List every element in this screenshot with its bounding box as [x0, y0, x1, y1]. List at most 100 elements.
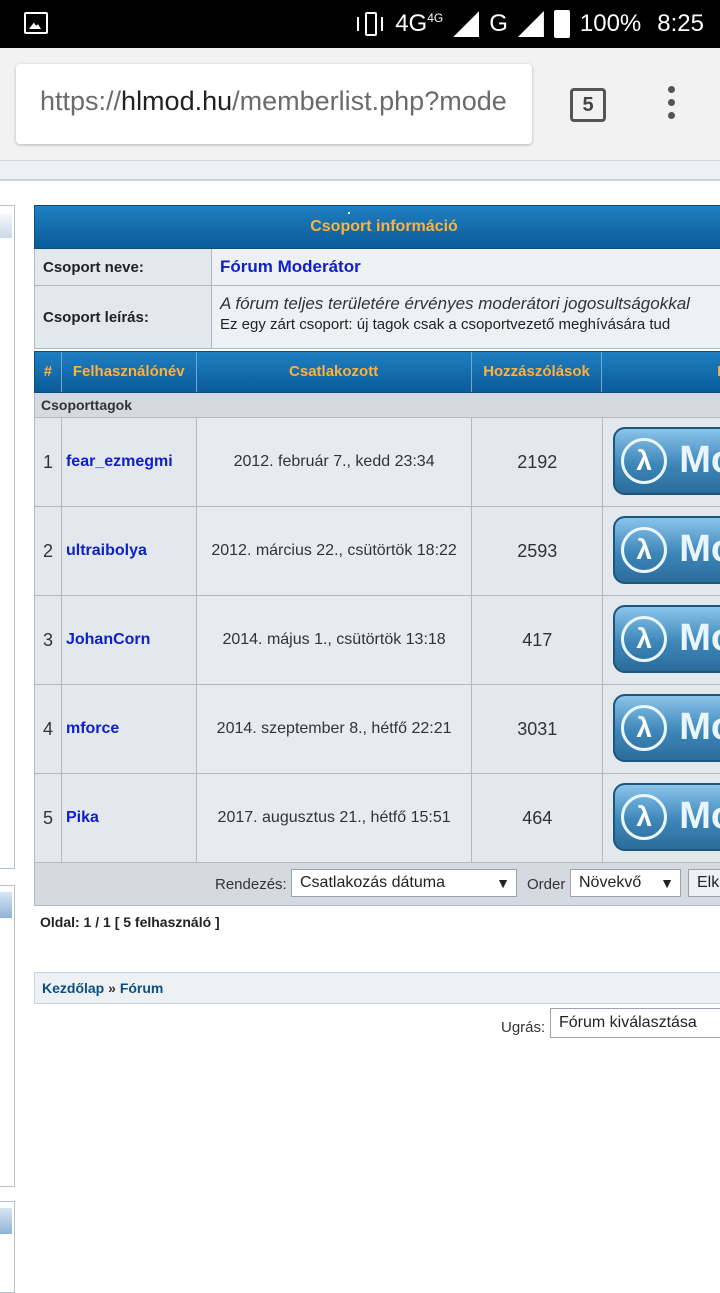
- rank-image-text: Mo: [679, 617, 720, 659]
- member-joined-date: 2012. március 22., csütörtök 18:22: [196, 507, 473, 595]
- col-joined-header[interactable]: Csatlakozott: [197, 352, 472, 392]
- member-post-count: 2192: [472, 418, 604, 506]
- member-rank-badge: λ Mo: [603, 774, 720, 862]
- member-table-header: # Felhasználónév Csatlakozott Hozzászólá…: [34, 351, 720, 393]
- member-username-link[interactable]: ultraibolya: [61, 507, 197, 595]
- rank-image: λ Mo: [613, 427, 720, 495]
- browser-toolbar: https://hlmod.hu/memberlist.php?mode 5: [0, 48, 720, 161]
- member-post-count: 464: [472, 774, 604, 862]
- jump-forum-select[interactable]: Fórum kiválasztása: [550, 1008, 720, 1038]
- member-post-count: 3031: [472, 685, 604, 773]
- tab-switcher-button[interactable]: 5: [570, 88, 606, 122]
- breadcrumb-separator: »: [104, 980, 120, 996]
- rank-image: λ Mo: [613, 783, 720, 851]
- sort-label: Rendezés:: [215, 876, 287, 893]
- status-bar: 4G4G G 100% 8:25: [0, 0, 720, 48]
- member-row: 4 mforce 2014. szeptember 8., hétfő 22:21 3…: [34, 684, 720, 773]
- member-number: 3: [35, 596, 62, 684]
- group-desc-line-1: A fórum teljes területére érvényes moder…: [220, 294, 690, 313]
- clock: 8:25: [657, 10, 704, 37]
- url-text: https://hlmod.hu/memberlist.php?mode: [40, 86, 507, 116]
- breadcrumb-forum-link[interactable]: Fórum: [120, 980, 164, 996]
- signal-icon: [453, 11, 480, 37]
- order-label: Order: [527, 876, 566, 893]
- sort-go-button[interactable]: Elk: [688, 869, 720, 897]
- breadcrumb-home-link[interactable]: Kezdőlap: [42, 980, 104, 996]
- jump-label: Ugrás:: [501, 1019, 546, 1036]
- lambda-icon: λ: [621, 438, 668, 484]
- rank-image: λ Mo: [613, 605, 720, 673]
- user-avatar-icon: [0, 892, 12, 918]
- rank-image-text: Mo: [679, 439, 720, 481]
- group-desc-value: A fórum teljes területére érvényes moder…: [212, 286, 720, 348]
- member-row: 2 ultraibolya 2012. március 22., csütörtök…: [34, 506, 720, 595]
- member-joined-date: 2014. szeptember 8., hétfő 22:21: [196, 685, 473, 773]
- member-rank-badge: λ Mo: [603, 507, 720, 595]
- lambda-icon: λ: [621, 794, 668, 840]
- member-post-count: 417: [472, 596, 604, 684]
- dropdown-arrow-icon-2: ▼: [660, 875, 674, 891]
- sort-bar: Rendezés: Csatlakozás dátuma ▼ Order Növe…: [34, 862, 720, 906]
- lambda-icon: λ: [621, 616, 668, 662]
- gallery-notification-icon: [24, 12, 48, 34]
- member-list-panel: Csoport információ Csoport neve: Fórum M…: [34, 205, 720, 1004]
- group-info-header: Csoport információ: [34, 205, 720, 249]
- member-joined-date: 2014. május 1., csütörtök 13:18: [196, 596, 473, 684]
- user-avatar-icon-2: [0, 1208, 12, 1234]
- rank-image-text: Mo: [679, 528, 720, 570]
- member-row: 1 fear_ezmegmi 2012. február 7., kedd 23:3…: [34, 417, 720, 506]
- group-name-label: Csoport neve:: [35, 249, 212, 285]
- col-rank-header[interactable]: R: [602, 352, 720, 392]
- member-joined-date: 2017. augusztus 21., hétfő 15:51: [196, 774, 473, 862]
- group-desc-row: Csoport leírás: A fórum teljes területér…: [34, 286, 720, 349]
- member-post-count: 2593: [472, 507, 604, 595]
- section-group-members: Csoporttagok: [34, 393, 720, 417]
- group-name-row: Csoport neve: Fórum Moderátor: [34, 249, 720, 286]
- signal-icon-2: [517, 11, 544, 37]
- member-number: 5: [35, 774, 62, 862]
- member-rank-badge: λ Mo: [603, 685, 720, 773]
- overflow-menu-icon[interactable]: [668, 86, 678, 124]
- member-rows: 1 fear_ezmegmi 2012. február 7., kedd 23:3…: [34, 417, 720, 862]
- battery-percent: 100%: [579, 10, 642, 37]
- breadcrumb: Kezdőlap » Fórum: [34, 972, 720, 1004]
- rank-image-text: Mo: [679, 706, 720, 748]
- member-username-link[interactable]: Pika: [61, 774, 197, 862]
- member-username-link[interactable]: fear_ezmegmi: [61, 418, 197, 506]
- group-desc-line-2: Ez egy zárt csoport: új tagok csak a cso…: [220, 316, 671, 333]
- rank-image: λ Mo: [613, 694, 720, 762]
- member-joined-date: 2012. február 7., kedd 23:34: [196, 418, 473, 506]
- lambda-icon: λ: [621, 705, 668, 751]
- member-number: 4: [35, 685, 62, 773]
- group-desc-label: Csoport leírás:: [35, 286, 212, 348]
- member-number: 1: [35, 418, 62, 506]
- page-top-strip: [0, 161, 720, 181]
- sidebar-panel-3: [0, 1201, 15, 1293]
- address-bar[interactable]: https://hlmod.hu/memberlist.php?mode: [16, 64, 532, 144]
- col-posts-header[interactable]: Hozzászólások: [472, 352, 603, 392]
- rank-image-text: Mo: [679, 795, 720, 837]
- member-username-link[interactable]: JohanCorn: [61, 596, 197, 684]
- member-row: 3 JohanCorn 2014. május 1., csütörtök 13:1…: [34, 595, 720, 684]
- network-type: 4G4G: [395, 10, 444, 37]
- member-number: 2: [35, 507, 62, 595]
- pagination-info: Oldal: 1 / 1 [ 5 felhasználó ]: [40, 914, 220, 930]
- sidebar-panel-2: [0, 885, 15, 1187]
- col-num-header[interactable]: #: [35, 352, 62, 392]
- rank-image: λ Mo: [613, 516, 720, 584]
- left-sidebar-edge: [0, 205, 15, 1293]
- member-rank-badge: λ Mo: [603, 596, 720, 684]
- sort-order-select[interactable]: Növekvő ▼: [570, 869, 681, 897]
- member-rank-badge: λ Mo: [603, 418, 720, 506]
- vibrate-icon: [357, 12, 385, 36]
- sidebar-panel: [0, 205, 15, 869]
- lambda-icon: λ: [621, 527, 668, 573]
- member-username-link[interactable]: mforce: [61, 685, 197, 773]
- group-name-value: Fórum Moderátor: [212, 249, 720, 285]
- battery-icon: [553, 10, 570, 38]
- dropdown-arrow-icon: ▼: [496, 875, 510, 891]
- sort-field-select[interactable]: Csatlakozás dátuma ▼: [291, 869, 517, 897]
- network-type-2: G: [489, 10, 508, 37]
- col-username-header[interactable]: Felhasználónév: [62, 352, 197, 392]
- panel-icon: [0, 214, 12, 238]
